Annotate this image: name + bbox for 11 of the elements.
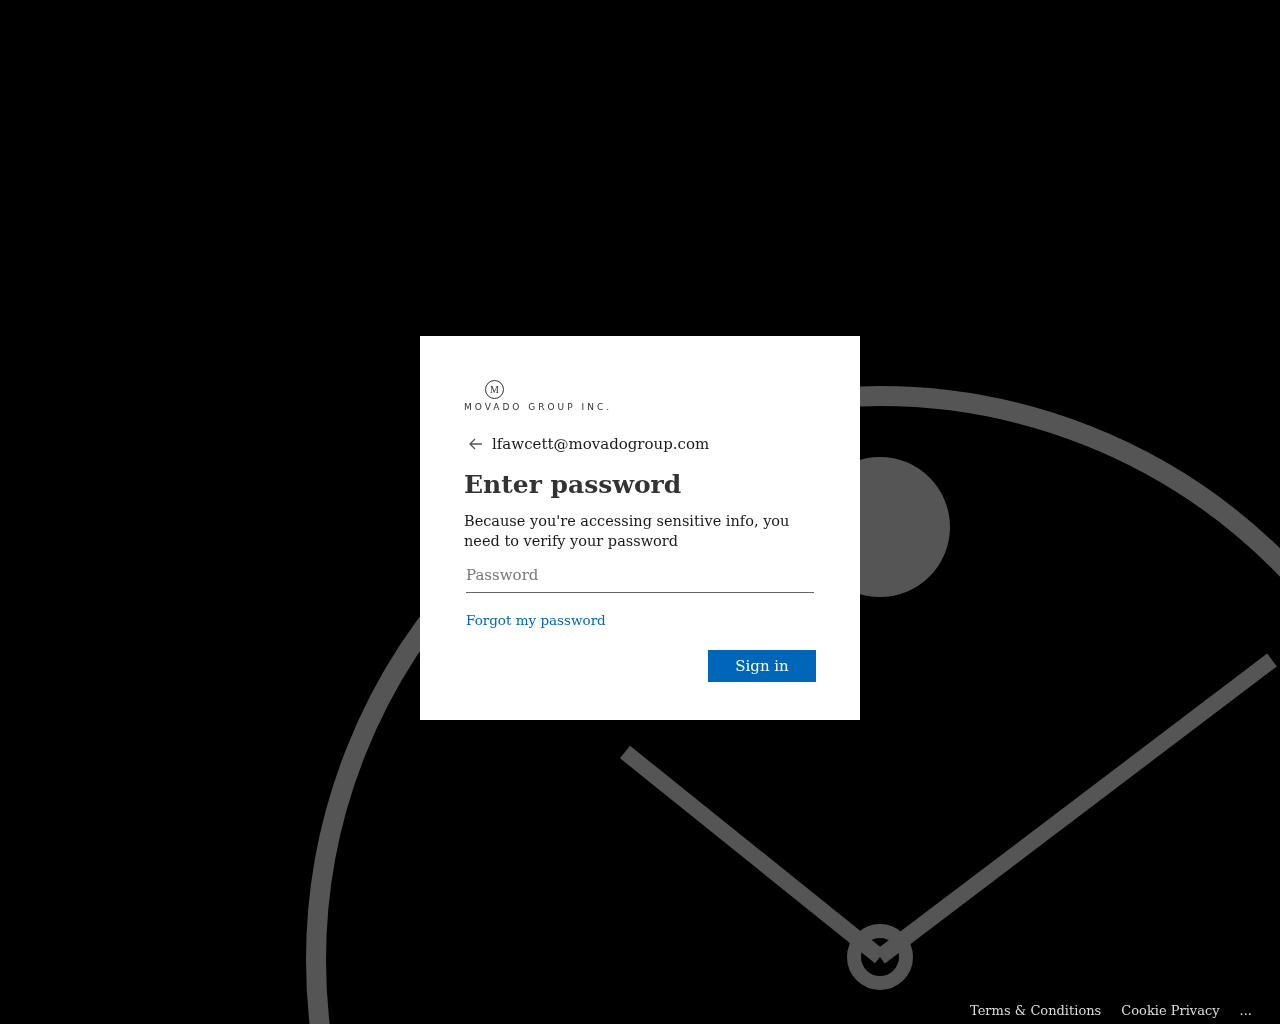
page-title: Enter password [464, 469, 683, 501]
account-email: lfawcett@movadogroup.com [492, 433, 710, 455]
footer-link[interactable]: Cookie Privacy [1121, 1000, 1220, 1020]
forgot-password-link[interactable]: Forgot my password [466, 610, 606, 631]
footer-link[interactable]: ... [1239, 1000, 1252, 1020]
back-arrow-icon [469, 437, 483, 450]
description-text: Because you're accessing sensitive info, you need to verify your password [464, 512, 791, 551]
password-field[interactable]: Password [466, 557, 814, 593]
sign-in-button[interactable]: Sign in [708, 650, 816, 683]
company-logo: M MOVADO GROUP INC. [464, 380, 816, 415]
footer-link[interactable]: Terms & Conditions [970, 1000, 1102, 1020]
